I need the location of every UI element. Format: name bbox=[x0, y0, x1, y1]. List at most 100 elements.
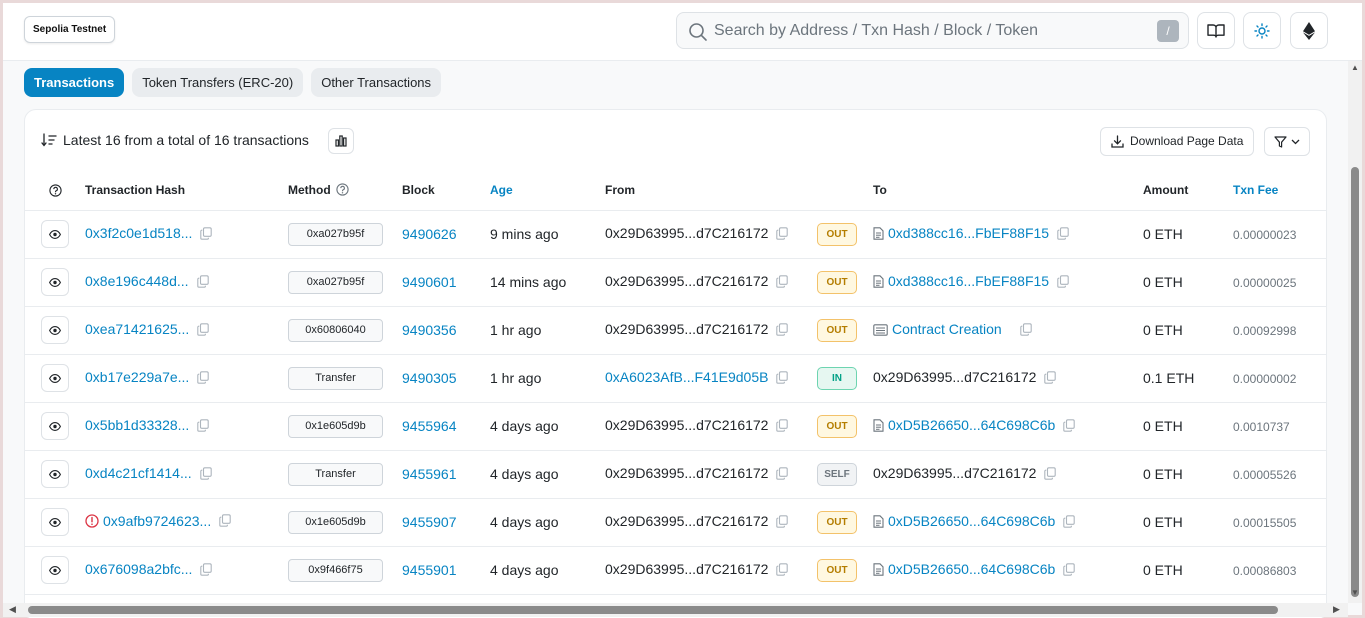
tab-transactions[interactable]: Transactions bbox=[24, 68, 125, 97]
view-details-button[interactable] bbox=[41, 412, 69, 440]
network-switch-button[interactable] bbox=[1290, 12, 1328, 49]
col-fee[interactable]: Txn Fee bbox=[1233, 170, 1326, 211]
scroll-right-arrow[interactable]: ▶ bbox=[1333, 604, 1340, 615]
view-details-button[interactable] bbox=[41, 268, 69, 296]
ethereum-icon bbox=[1303, 21, 1315, 40]
tab-token-transfers[interactable]: Token Transfers (ERC-20) bbox=[132, 68, 304, 97]
contract-icon bbox=[873, 514, 884, 531]
view-details-button[interactable] bbox=[41, 556, 69, 584]
help-icon[interactable] bbox=[336, 183, 349, 196]
network-badge[interactable]: Sepolia Testnet bbox=[24, 16, 116, 43]
copy-icon[interactable] bbox=[1019, 322, 1032, 339]
copy-icon[interactable] bbox=[196, 274, 209, 291]
hash-cell: 0xd4c21cf1414... bbox=[85, 450, 288, 499]
tx-hash-link[interactable]: 0x676098a2bfc... bbox=[85, 561, 192, 577]
download-page-data-button[interactable]: Download Page Data bbox=[1100, 127, 1255, 156]
to-address[interactable]: 0xD5B26650...64C698C6b bbox=[888, 561, 1055, 577]
tx-hash-link[interactable]: 0xea71421625... bbox=[85, 321, 189, 337]
tx-hash-link[interactable]: 0x3f2c0e1d518... bbox=[85, 225, 192, 241]
table-row: 0x8e196c448d... 0xa027b95f 9490601 14 mins … bbox=[25, 258, 1326, 307]
block-link[interactable]: 9490305 bbox=[402, 370, 457, 386]
search-box[interactable]: / bbox=[676, 12, 1189, 49]
tx-hash-link[interactable]: 0xd4c21cf1414... bbox=[85, 465, 192, 481]
copy-icon[interactable] bbox=[776, 418, 789, 435]
view-details-button[interactable] bbox=[41, 220, 69, 248]
block-cell: 9455907 bbox=[402, 498, 490, 547]
theme-toggle-button[interactable] bbox=[1243, 12, 1281, 49]
copy-icon[interactable] bbox=[1063, 562, 1076, 579]
col-age[interactable]: Age bbox=[490, 170, 605, 211]
copy-icon[interactable] bbox=[219, 514, 231, 530]
eye-icon bbox=[48, 466, 62, 482]
method-badge: 0xa027b95f bbox=[288, 222, 383, 246]
amount-text: 0 ETH bbox=[1143, 322, 1183, 338]
copy-icon[interactable] bbox=[776, 466, 789, 483]
row-details-cell bbox=[25, 498, 85, 547]
tx-hash-link[interactable]: 0x5bb1d33328... bbox=[85, 417, 189, 433]
copy-icon[interactable] bbox=[776, 322, 789, 339]
copy-icon[interactable] bbox=[776, 370, 789, 387]
copy-icon[interactable] bbox=[1057, 274, 1069, 291]
chart-button[interactable] bbox=[328, 128, 354, 154]
fee-cell: 0.00092998 bbox=[1233, 306, 1326, 355]
block-link[interactable]: 9490601 bbox=[402, 274, 457, 290]
to-address[interactable]: 0xD5B26650...64C698C6b bbox=[888, 417, 1055, 433]
block-link[interactable]: 9455961 bbox=[402, 466, 457, 482]
row-details-cell bbox=[25, 258, 85, 307]
to-address[interactable]: 0xD5B26650...64C698C6b bbox=[888, 513, 1055, 529]
copy-icon[interactable] bbox=[199, 466, 212, 483]
to-address[interactable]: 0xd388cc16...FbEF88F15 bbox=[888, 273, 1049, 289]
block-link[interactable]: 9490356 bbox=[402, 322, 457, 338]
tx-hash-link[interactable]: 0x8e196c448d... bbox=[85, 273, 189, 289]
block-link[interactable]: 9490626 bbox=[402, 226, 457, 242]
scroll-left-arrow[interactable]: ◀ bbox=[9, 604, 16, 615]
scroll-up-arrow[interactable]: ▲ bbox=[1351, 63, 1359, 72]
block-link[interactable]: 9455964 bbox=[402, 418, 457, 434]
copy-icon[interactable] bbox=[200, 562, 213, 579]
tx-hash-link[interactable]: 0x9afb9724623... bbox=[103, 513, 211, 529]
vertical-scroll-thumb[interactable] bbox=[1351, 167, 1359, 597]
amount-cell: 0 ETH bbox=[1143, 402, 1233, 451]
copy-icon[interactable] bbox=[197, 370, 210, 387]
from-cell: 0x29D63995...d7C216172 bbox=[605, 498, 817, 547]
copy-icon[interactable] bbox=[1044, 466, 1057, 483]
copy-icon[interactable] bbox=[776, 562, 789, 579]
row-details-cell bbox=[25, 546, 85, 595]
copy-icon[interactable] bbox=[200, 226, 213, 243]
horizontal-scroll-thumb[interactable] bbox=[28, 606, 1278, 614]
copy-icon[interactable] bbox=[197, 418, 210, 435]
from-address[interactable]: 0xA6023AfB...F41E9d05B bbox=[605, 369, 768, 385]
vertical-scrollbar[interactable]: ▲ ▼ bbox=[1348, 61, 1362, 603]
view-details-button[interactable] bbox=[41, 460, 69, 488]
fee-text: 0.00086803 bbox=[1233, 564, 1297, 578]
view-details-button[interactable] bbox=[41, 316, 69, 344]
tx-hash-link[interactable]: 0xb17e229a7e... bbox=[85, 369, 189, 385]
copy-icon[interactable] bbox=[1063, 514, 1076, 531]
view-details-button[interactable] bbox=[41, 364, 69, 392]
copy-icon[interactable] bbox=[1044, 370, 1057, 387]
block-link[interactable]: 9455907 bbox=[402, 514, 457, 530]
copy-icon[interactable] bbox=[776, 274, 789, 291]
copy-icon[interactable] bbox=[776, 514, 789, 531]
method-badge: 0x9f466f75 bbox=[288, 558, 383, 582]
copy-icon[interactable] bbox=[1057, 226, 1069, 243]
direction-badge: OUT bbox=[817, 414, 857, 438]
tab-other-transactions[interactable]: Other Transactions bbox=[311, 68, 442, 97]
horizontal-scrollbar[interactable]: ◀ ▶ bbox=[3, 603, 1348, 617]
view-details-button[interactable] bbox=[41, 508, 69, 536]
block-link[interactable]: 9455901 bbox=[402, 562, 457, 578]
book-button[interactable] bbox=[1197, 12, 1235, 49]
to-address[interactable]: 0xd388cc16...FbEF88F15 bbox=[888, 225, 1049, 241]
filter-button[interactable] bbox=[1264, 127, 1310, 156]
top-bar: Sepolia Testnet / bbox=[3, 3, 1362, 61]
to-address[interactable]: Contract Creation bbox=[892, 321, 1002, 337]
copy-icon[interactable] bbox=[197, 322, 210, 339]
copy-icon[interactable] bbox=[1063, 418, 1076, 435]
download-icon bbox=[1111, 135, 1124, 148]
help-icon[interactable] bbox=[49, 184, 62, 197]
scroll-down-arrow[interactable]: ▼ bbox=[1351, 588, 1359, 597]
row-details-cell bbox=[25, 210, 85, 259]
method-badge: Transfer bbox=[288, 462, 383, 486]
copy-icon[interactable] bbox=[776, 226, 789, 243]
search-input[interactable] bbox=[714, 13, 1144, 48]
